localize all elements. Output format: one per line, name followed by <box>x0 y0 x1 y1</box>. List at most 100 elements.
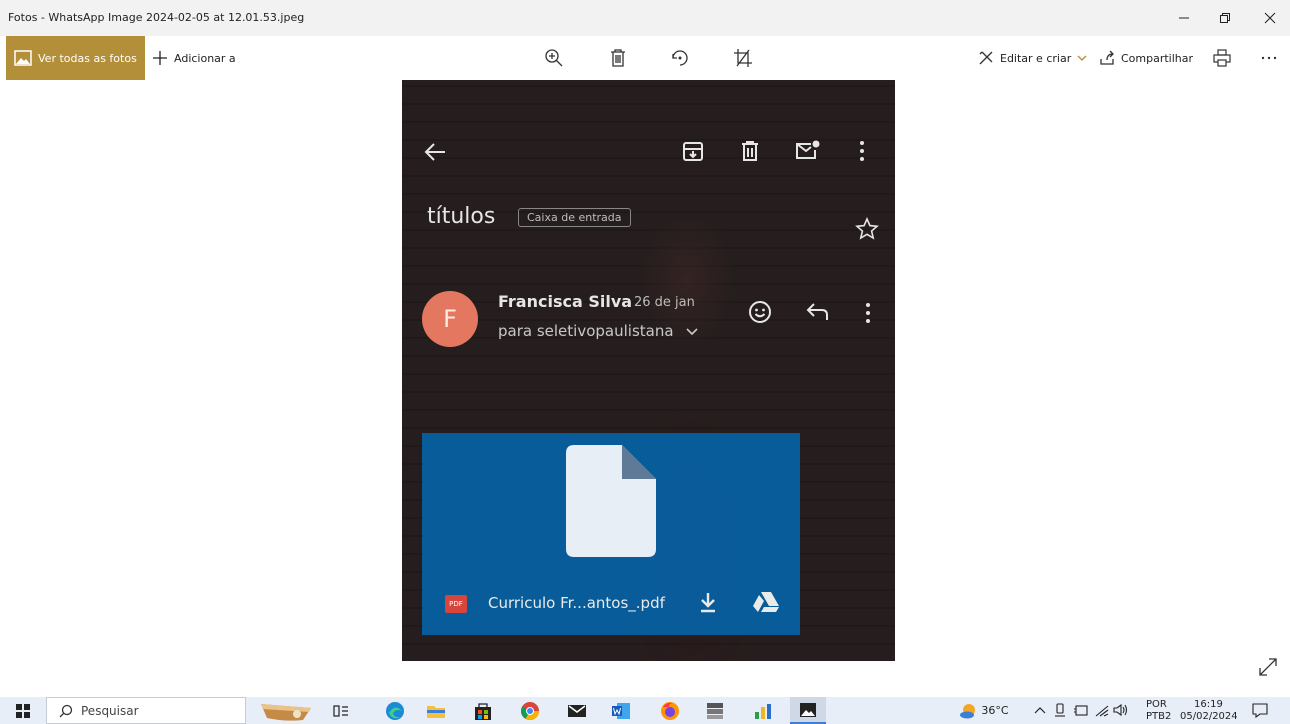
more-vert-icon <box>860 141 864 161</box>
clock-date[interactable]: 05/02/2024 <box>1180 711 1238 722</box>
store-bag-icon <box>475 702 491 720</box>
start-button[interactable] <box>12 700 34 721</box>
people-app-button[interactable] <box>752 700 774 721</box>
crop-icon <box>734 49 752 67</box>
mail-icon <box>568 704 586 717</box>
emoji-react-icon <box>749 301 771 323</box>
delete-icon <box>611 49 625 67</box>
all-photos-label: Ver todas as fotos <box>38 51 137 65</box>
weather-temp: 36°C <box>981 704 1009 717</box>
close-icon <box>1264 12 1276 24</box>
search-placeholder: Pesquisar <box>81 703 139 718</box>
weather-sun-cloud-icon <box>960 703 976 718</box>
firefox-icon <box>661 701 679 720</box>
more-options-button[interactable] <box>1255 44 1283 72</box>
mark-unread-icon <box>796 140 820 159</box>
attachment-filename: Curriculo Fr...antos_.pdf <box>488 594 665 612</box>
share-button[interactable]: Compartilhar <box>1099 36 1193 80</box>
minimize-icon <box>1179 17 1189 19</box>
weather-widget[interactable]: 36°C <box>954 700 1014 721</box>
back-arrow-icon <box>424 143 445 161</box>
rotate-icon <box>672 50 688 66</box>
print-icon <box>1213 49 1231 67</box>
all-photos-button[interactable]: Ver todas as fotos <box>6 36 145 80</box>
window-title: Fotos - WhatsApp Image 2024-02-05 at 12.… <box>8 11 305 24</box>
image-icon <box>14 50 32 66</box>
recipient-line: para seletivopaulistana <box>498 322 674 340</box>
mail-button[interactable] <box>566 700 588 721</box>
tray-app-button[interactable] <box>704 700 726 721</box>
notification-icon[interactable] <box>1252 703 1268 718</box>
reply-icon <box>806 303 828 320</box>
battery-icon[interactable] <box>1073 704 1089 717</box>
device-icon[interactable] <box>1054 703 1066 718</box>
word-button[interactable] <box>610 700 632 721</box>
sender-avatar: F <box>422 291 478 347</box>
clock-time[interactable]: 16:19 <box>1194 699 1223 710</box>
add-to-button[interactable]: Adicionar a <box>152 36 236 80</box>
windows-logo-icon <box>16 703 30 718</box>
sender-name: Francisca Silva <box>498 292 633 311</box>
chart-app-icon <box>755 703 771 719</box>
taskbar-search[interactable]: Pesquisar <box>46 697 246 724</box>
search-highlight-button[interactable] <box>252 700 318 721</box>
mail-subject: títulos <box>427 204 496 229</box>
close-button[interactable] <box>1256 6 1284 30</box>
storage-app-icon <box>707 702 723 719</box>
edit-create-icon <box>979 51 993 65</box>
more-icon <box>1261 56 1277 60</box>
pdf-icon: PDF <box>445 595 467 613</box>
volume-icon[interactable] <box>1112 703 1128 717</box>
photos-app-icon <box>800 702 816 717</box>
share-icon <box>1100 50 1114 65</box>
zoom-in-icon <box>545 49 563 67</box>
sent-date: 26 de jan <box>634 295 695 310</box>
edit-create-label: Editar e criar <box>1000 51 1072 65</box>
chevron-up-icon[interactable] <box>1034 706 1046 714</box>
rotate-button[interactable] <box>666 44 694 72</box>
chrome-browser-icon <box>520 701 539 720</box>
minimize-button[interactable] <box>1170 6 1198 30</box>
title-bar: Fotos - WhatsApp Image 2024-02-05 at 12.… <box>0 0 1290 36</box>
chrome-button[interactable] <box>519 700 541 721</box>
restore-icon <box>1220 13 1230 23</box>
plus-icon <box>153 51 167 65</box>
task-view-button[interactable] <box>330 700 352 721</box>
google-drive-icon[interactable] <box>752 590 780 614</box>
photos-toolbar: Ver todas as fotos Adicionar a Editar e … <box>0 36 1290 80</box>
photos-app-window: Fotos - WhatsApp Image 2024-02-05 at 12.… <box>0 0 1290 724</box>
task-view-icon <box>333 704 348 717</box>
fullscreen-icon[interactable] <box>1258 657 1278 677</box>
attachment-card[interactable]: PDF Curriculo Fr...antos_.pdf <box>422 433 800 635</box>
input-language[interactable]: POR <box>1146 699 1167 710</box>
edit-create-button[interactable]: Editar e criar <box>978 36 1087 80</box>
store-button[interactable] <box>472 700 494 721</box>
word-icon <box>612 702 630 719</box>
photos-taskbar-button[interactable] <box>790 697 826 724</box>
delete-button[interactable] <box>604 44 632 72</box>
keyboard-layout[interactable]: PTB2 <box>1146 711 1171 722</box>
inbox-label-badge: Caixa de entrada <box>518 208 631 227</box>
trash-icon <box>742 141 758 161</box>
edge-button[interactable] <box>384 700 406 721</box>
chevron-down-icon <box>1077 55 1087 61</box>
file-explorer-button[interactable] <box>425 700 447 721</box>
wifi-icon[interactable] <box>1094 704 1110 718</box>
photo-viewer-image[interactable]: títulos Caixa de entrada F Francisca Sil… <box>402 80 895 661</box>
star-icon <box>855 217 879 240</box>
crop-button[interactable] <box>729 44 757 72</box>
firefox-button[interactable] <box>659 700 681 721</box>
windows-taskbar: Pesquisar 36°C POR PTB2 16:19 05/02/2024 <box>0 697 1290 724</box>
more-vert-icon <box>866 303 870 323</box>
folder-icon <box>427 705 445 718</box>
print-button[interactable] <box>1208 44 1236 72</box>
share-label: Compartilhar <box>1121 51 1194 65</box>
document-icon <box>566 445 656 557</box>
download-icon[interactable] <box>698 591 718 613</box>
edge-browser-icon <box>386 701 404 720</box>
zoom-in-button[interactable] <box>540 44 568 72</box>
search-icon <box>59 704 73 717</box>
add-to-label: Adicionar a <box>174 51 236 65</box>
archive-icon <box>683 142 703 161</box>
restore-button[interactable] <box>1211 6 1239 30</box>
